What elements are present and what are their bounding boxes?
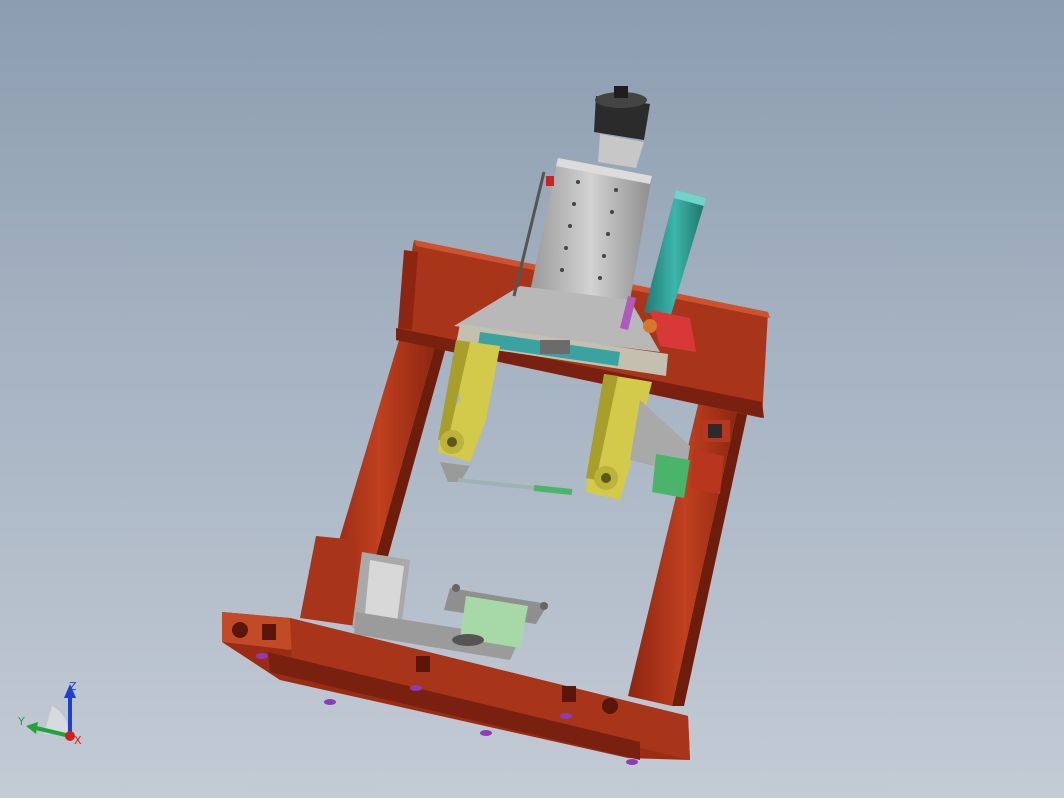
press-assembly-model[interactable]	[0, 0, 1064, 798]
x-axis-label: X	[74, 734, 82, 746]
cross-rod	[457, 478, 573, 495]
cad-viewport[interactable]: Z Y X	[0, 0, 1064, 798]
y-axis-arrow-icon	[26, 722, 38, 734]
orientation-triad: Z Y X	[17, 680, 82, 746]
z-axis-label: Z	[69, 680, 77, 693]
left-clamp-arm	[438, 340, 500, 482]
servo-motor	[594, 86, 650, 168]
y-axis-label: Y	[17, 715, 25, 728]
